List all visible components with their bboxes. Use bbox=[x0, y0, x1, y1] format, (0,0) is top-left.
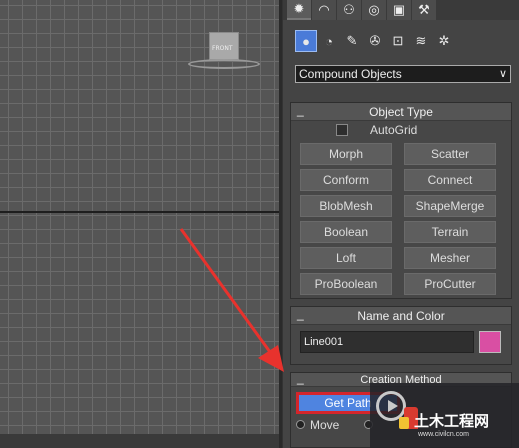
modify-arc-icon: ◠ bbox=[318, 2, 330, 17]
create-tab[interactable]: ✹ bbox=[287, 0, 311, 20]
conform-button[interactable]: Conform bbox=[300, 169, 392, 191]
viewport[interactable]: FRONT bbox=[0, 0, 281, 448]
collapse-icon: _ bbox=[297, 371, 304, 385]
procutter-button[interactable]: ProCutter bbox=[404, 273, 496, 295]
watermark: 土木工程网 www.civilcn.com bbox=[370, 383, 519, 448]
motion-icon: ◎ bbox=[368, 2, 380, 17]
object-type-title: Object Type bbox=[369, 105, 433, 119]
display-monitor-icon: ▣ bbox=[392, 2, 406, 17]
viewcube-compass-ring[interactable] bbox=[188, 59, 260, 69]
dropdown-value: Compound Objects bbox=[299, 67, 402, 81]
boolean-button[interactable]: Boolean bbox=[300, 221, 392, 243]
cameras-button[interactable]: ✇ bbox=[364, 30, 386, 52]
viewcube[interactable]: FRONT bbox=[209, 32, 239, 60]
connect-button[interactable]: Connect bbox=[404, 169, 496, 191]
lights-button[interactable]: ✎ bbox=[341, 30, 363, 52]
object-category-dropdown[interactable]: Compound Objects ∨ bbox=[295, 65, 511, 83]
viewcube-label: FRONT bbox=[212, 45, 233, 52]
shapes-icon: ◔ bbox=[325, 33, 333, 49]
space-warps-icon: ≋ bbox=[415, 33, 427, 48]
geometry-sphere-icon: ● bbox=[302, 33, 310, 49]
object-color-swatch[interactable] bbox=[479, 331, 501, 353]
shapes-button[interactable]: ◔ bbox=[318, 30, 340, 52]
proboolean-button[interactable]: ProBoolean bbox=[300, 273, 392, 295]
command-panel-tabs: ✹ ◠ ⚇ ◎ ▣ ⚒ bbox=[283, 0, 519, 20]
move-label: Move bbox=[310, 418, 340, 432]
helpers-icon: ⊡ bbox=[392, 33, 404, 48]
viewport-bottom-bar bbox=[0, 434, 281, 448]
move-radio[interactable] bbox=[296, 420, 305, 429]
geometry-button[interactable]: ● bbox=[295, 30, 317, 52]
collapse-icon: _ bbox=[297, 307, 304, 321]
display-tab[interactable]: ▣ bbox=[387, 0, 411, 20]
sun-create-icon: ✹ bbox=[293, 1, 305, 16]
space-warps-button[interactable]: ≋ bbox=[410, 30, 432, 52]
blobmesh-button[interactable]: BlobMesh bbox=[300, 195, 392, 217]
mesher-button[interactable]: Mesher bbox=[404, 247, 496, 269]
motion-tab[interactable]: ◎ bbox=[362, 0, 386, 20]
hierarchy-icon: ⚇ bbox=[343, 2, 355, 17]
object-type-header[interactable]: _ Object Type bbox=[291, 103, 511, 121]
modify-tab[interactable]: ◠ bbox=[312, 0, 336, 20]
hierarchy-tab[interactable]: ⚇ bbox=[337, 0, 361, 20]
autogrid-label: AutoGrid bbox=[370, 123, 418, 137]
watermark-text: 土木工程网 bbox=[414, 412, 490, 430]
utilities-tab[interactable]: ⚒ bbox=[412, 0, 436, 20]
name-and-color-title: Name and Color bbox=[357, 309, 445, 323]
systems-button[interactable]: ✲ bbox=[433, 30, 455, 52]
shapemerge-button[interactable]: ShapeMerge bbox=[404, 195, 496, 217]
collapse-icon: _ bbox=[297, 103, 304, 117]
home-grid-axis bbox=[0, 211, 281, 213]
watermark-url: www.civilcn.com bbox=[418, 431, 469, 438]
scatter-button[interactable]: Scatter bbox=[404, 143, 496, 165]
cameras-icon: ✇ bbox=[369, 33, 381, 48]
morph-button[interactable]: Morph bbox=[300, 143, 392, 165]
autogrid-checkbox[interactable] bbox=[336, 124, 348, 136]
object-name-field[interactable]: Line001 bbox=[300, 331, 474, 353]
helpers-button[interactable]: ⊡ bbox=[387, 30, 409, 52]
category-buttons: ● ◔ ✎ ✇ ⊡ ≋ ✲ bbox=[295, 30, 455, 52]
name-and-color-header[interactable]: _ Name and Color bbox=[291, 307, 511, 325]
loft-button[interactable]: Loft bbox=[300, 247, 392, 269]
lights-icon: ✎ bbox=[346, 33, 358, 48]
utilities-hammer-icon: ⚒ bbox=[418, 2, 430, 17]
systems-icon: ✲ bbox=[438, 33, 450, 48]
chevron-down-icon: ∨ bbox=[498, 68, 507, 80]
terrain-button[interactable]: Terrain bbox=[404, 221, 496, 243]
brand-mark-accent-icon bbox=[399, 417, 409, 429]
